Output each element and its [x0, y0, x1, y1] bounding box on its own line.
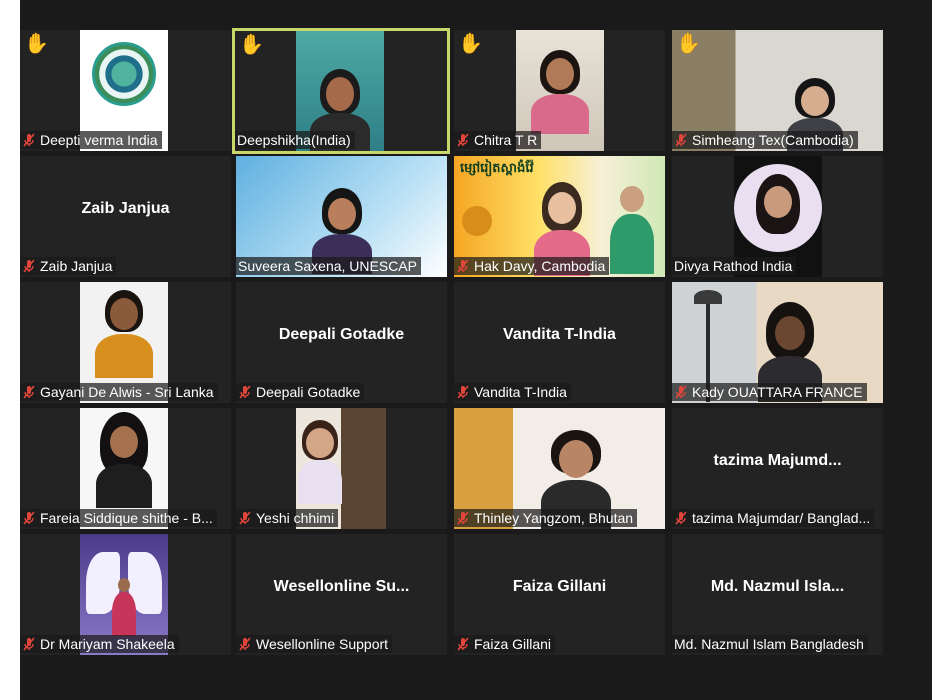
participant-name: Deepali Gotadke	[256, 384, 361, 400]
participant-tile[interactable]: Deepali Gotadke Deepali Gotadke	[236, 282, 447, 403]
participant-tile[interactable]: Suveera Saxena, UNESCAP	[236, 156, 447, 277]
participant-tile[interactable]: Fareia Siddique shithe - B...	[20, 408, 231, 529]
person-figure	[531, 50, 589, 140]
participant-label: Hak Davy, Cambodia	[454, 257, 610, 275]
participant-name-card: Wesellonline Su...	[273, 578, 410, 595]
participant-name-card: Md. Nazmul Isla...	[710, 578, 845, 595]
participant-name: Hak Davy, Cambodia	[474, 258, 606, 274]
participant-label: Zaib Janjua	[20, 257, 117, 275]
participant-label: Deepti verma India	[20, 131, 162, 149]
participant-label: Dr Mariyam Shakeela	[20, 635, 179, 653]
participant-name-card: tazima Majumd...	[713, 452, 842, 469]
participant-name: Md. Nazmul Islam Bangladesh	[674, 636, 864, 652]
participant-name: Gayani De Alwis - Sri Lanka	[40, 384, 214, 400]
participant-label: Wesellonline Support	[236, 635, 393, 653]
person-figure	[298, 420, 342, 504]
person-figure	[95, 290, 153, 380]
participant-label: Chitra T R	[454, 131, 542, 149]
person-figure	[610, 186, 654, 276]
logo-icon	[92, 42, 156, 106]
muted-mic-icon	[23, 259, 35, 273]
muted-mic-icon	[457, 511, 469, 525]
participant-name: Suveera Saxena, UNESCAP	[238, 258, 417, 274]
participant-tile[interactable]: Gayani De Alwis - Sri Lanka	[20, 282, 231, 403]
raised-hand-icon: ✋	[239, 34, 264, 56]
participant-name-card: Vandita T-India	[503, 326, 616, 343]
participant-label: Deepshikha(India)	[235, 131, 355, 149]
muted-mic-icon	[239, 637, 251, 651]
participant-tile[interactable]: Divya Rathod India	[672, 156, 883, 277]
gallery-view: ✋ Deepti verma India ✋ Deepshikha(India)…	[20, 0, 932, 700]
avatar	[734, 164, 822, 252]
participant-tile[interactable]: Kady OUATTARA FRANCE	[672, 282, 883, 403]
participant-name: Yeshi chhimi	[256, 510, 335, 526]
participant-name-card: Deepali Gotadke	[278, 326, 405, 343]
muted-mic-icon	[675, 133, 687, 147]
muted-mic-icon	[239, 511, 251, 525]
participant-tile[interactable]: ✋ Simheang Tex(Cambodia)	[672, 30, 883, 151]
participant-name: Thinley Yangzom, Bhutan	[474, 510, 634, 526]
participant-label: Deepali Gotadke	[236, 383, 365, 401]
participant-label: Divya Rathod India	[672, 257, 797, 275]
participant-label: Kady OUATTARA FRANCE	[672, 383, 867, 401]
participant-name: Deepti verma India	[40, 132, 158, 148]
participant-label: Simheang Tex(Cambodia)	[672, 131, 858, 149]
muted-mic-icon	[675, 385, 687, 399]
participant-tile[interactable]: Faiza Gillani Faiza Gillani	[454, 534, 665, 655]
participant-label: Fareia Siddique shithe - B...	[20, 509, 217, 527]
participant-label: Thinley Yangzom, Bhutan	[454, 509, 638, 527]
participant-tile[interactable]: ✋ Deepshikha(India)	[232, 28, 450, 154]
participant-label: Faiza Gillani	[454, 635, 556, 653]
participant-name: Dr Mariyam Shakeela	[40, 636, 175, 652]
participant-name: Simheang Tex(Cambodia)	[692, 132, 854, 148]
muted-mic-icon	[457, 259, 469, 273]
muted-mic-icon	[23, 133, 35, 147]
participant-label: Suveera Saxena, UNESCAP	[236, 257, 421, 275]
person-figure	[112, 578, 136, 638]
participant-name: Kady OUATTARA FRANCE	[692, 384, 863, 400]
participant-label: Gayani De Alwis - Sri Lanka	[20, 383, 218, 401]
participant-tile[interactable]: Yeshi chhimi	[236, 408, 447, 529]
product-icon	[462, 206, 492, 236]
participant-tile[interactable]: Wesellonline Su... Wesellonline Support	[236, 534, 447, 655]
person-figure	[94, 412, 154, 508]
muted-mic-icon	[675, 511, 687, 525]
muted-mic-icon	[23, 511, 35, 525]
participant-tile[interactable]: ✋ Chitra T R	[454, 30, 665, 151]
raised-hand-icon: ✋	[458, 33, 483, 55]
participant-name: Deepshikha(India)	[237, 132, 351, 148]
muted-mic-icon	[457, 385, 469, 399]
participant-label: Md. Nazmul Islam Bangladesh	[672, 635, 868, 653]
muted-mic-icon	[457, 637, 469, 651]
participant-tile[interactable]: tazima Majumd... tazima Majumdar/ Bangla…	[672, 408, 883, 529]
raised-hand-icon: ✋	[24, 33, 49, 55]
participant-name: Chitra T R	[474, 132, 538, 148]
muted-mic-icon	[239, 385, 251, 399]
participant-name: Divya Rathod India	[674, 258, 793, 274]
muted-mic-icon	[457, 133, 469, 147]
participant-name: Fareia Siddique shithe - B...	[40, 510, 213, 526]
participant-name: Wesellonline Support	[256, 636, 389, 652]
participant-name-card: Zaib Janjua	[81, 200, 170, 217]
participant-name: Vandita T-India	[474, 384, 567, 400]
participant-name: Faiza Gillani	[474, 636, 552, 652]
participant-tile[interactable]: Zaib Janjua Zaib Janjua	[20, 156, 231, 277]
muted-mic-icon	[23, 385, 35, 399]
participant-tile[interactable]: ✋ Deepti verma India	[20, 30, 231, 151]
participant-name-card: Faiza Gillani	[512, 578, 607, 595]
participant-label: Vandita T-India	[454, 383, 571, 401]
participant-tile[interactable]: Dr Mariyam Shakeela	[20, 534, 231, 655]
participant-tile[interactable]: Thinley Yangzom, Bhutan	[454, 408, 665, 529]
raised-hand-icon: ✋	[676, 33, 701, 55]
participant-tile[interactable]: ម្សៅរៀតស្ពាងំវ៉ែ Hak Davy, Cambodia	[454, 156, 665, 277]
participant-tile[interactable]: Md. Nazmul Isla... Md. Nazmul Islam Bang…	[672, 534, 883, 655]
muted-mic-icon	[23, 637, 35, 651]
participant-label: Yeshi chhimi	[236, 509, 339, 527]
participant-tile[interactable]: Vandita T-India Vandita T-India	[454, 282, 665, 403]
participant-name: Zaib Janjua	[40, 258, 113, 274]
participant-label: tazima Majumdar/ Banglad...	[672, 509, 875, 527]
participant-name: tazima Majumdar/ Banglad...	[692, 510, 871, 526]
banner-text: ម្សៅរៀតស្ពាងំវ៉ែ	[460, 160, 534, 175]
